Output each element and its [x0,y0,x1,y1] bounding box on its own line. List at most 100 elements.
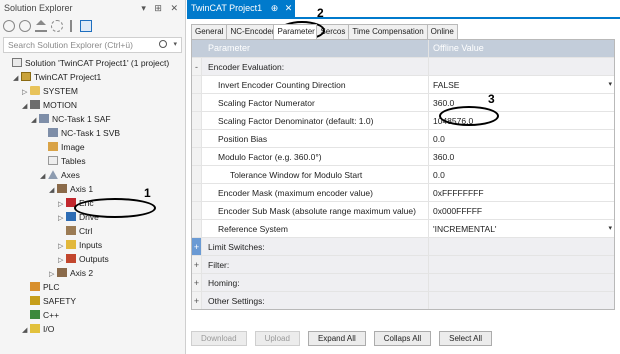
callout-oval-3 [439,106,499,126]
solution-explorer-search[interactable]: Search Solution Explorer (Ctrl+ü) ▾ [3,37,182,53]
tree-item[interactable]: ◢ Axis 1 [0,182,185,196]
back-icon[interactable] [3,20,15,32]
select-all-button[interactable]: Select All [439,331,493,346]
tree-item-label: C++ [43,310,60,320]
tree-item[interactable]: ▷ Axis 2 [0,266,185,280]
solution-icon [12,58,22,68]
controller-icon [66,226,76,236]
tree-item[interactable]: PLC [0,280,185,294]
value-dropdown-icon[interactable]: ▾ [608,220,612,238]
tab-general[interactable]: General [191,24,228,39]
grid-parameter-row[interactable]: Scaling Factor Numerator 360.0 [192,93,614,111]
axis-icon [57,268,67,278]
panel-window-controls[interactable]: ▾ ⊞ ✕ [141,0,181,17]
tables-icon [48,156,58,166]
parameter-name: Homing: [202,274,428,291]
grid-section-row[interactable]: + Filter: [192,255,614,273]
grid-parameter-row[interactable]: Encoder Mask (maximum encoder value) 0xFF… [192,183,614,201]
tree-item[interactable]: ▷ Outputs [0,252,185,266]
tree-item[interactable]: NC-Task 1 SVB [0,126,185,140]
tree-item[interactable]: ◢ Axes [0,168,185,182]
search-dropdown-icon[interactable]: ▾ [173,38,177,52]
grid-parameter-row[interactable]: Position Bias 0.0 [192,129,614,147]
grid-parameter-row[interactable]: Scaling Factor Denominator (default: 1.0… [192,111,614,129]
tree-item[interactable]: ◢ MOTION [0,98,185,112]
document-tab-title: TwinCAT Project1 [191,3,263,13]
tab-nc-encoder[interactable]: NC-Encoder [226,24,275,39]
document-tab[interactable]: TwinCAT Project1 ⊕ ✕ [187,0,295,17]
grid-parameter-row[interactable]: Invert Encoder Counting Direction FALSE ▾ [192,75,614,93]
tree-item-label: SAFETY [43,296,77,306]
grid-parameter-row[interactable]: Modulo Factor (e.g. 360.0°) 360.0 [192,147,614,165]
parameter-name: Tolerance Window for Modulo Start [230,170,363,180]
io-icon [30,324,40,334]
inputs-icon [66,240,76,250]
tree-item[interactable]: Solution 'TwinCAT Project1' (1 project) [0,56,185,70]
grid-section-row[interactable]: + Homing: [192,273,614,291]
tree-expander-icon[interactable]: ◢ [22,324,30,338]
parameter-value[interactable]: 0x000FFFFF [428,202,614,219]
grid-section-row[interactable]: + Limit Switches: [192,237,614,255]
tree-item[interactable]: SAFETY [0,294,185,308]
tree-item[interactable]: ◢ NC-Task 1 SAF [0,112,185,126]
search-icon[interactable] [159,40,167,48]
plc-icon [30,282,40,292]
tree-item-label: SYSTEM [43,86,78,96]
expand-all-button[interactable]: Expand All [307,331,366,346]
tree-item[interactable]: ◢ TwinCAT Project1 [0,70,185,84]
grid-parameter-row[interactable]: Tolerance Window for Modulo Start 0.0 [192,165,614,183]
grid-parameter-row[interactable]: Encoder Sub Mask (absolute range maximum… [192,201,614,219]
parameter-value [428,58,614,75]
download-button[interactable]: Download [191,331,247,346]
grid-section-row[interactable]: - Encoder Evaluation: [192,57,614,75]
axes-icon [48,170,58,180]
parameter-value[interactable]: 0.0 [428,130,614,147]
show-all-files-icon[interactable] [80,20,92,32]
parameter-name: Reference System [218,224,288,234]
tree-item[interactable]: Image [0,140,185,154]
row-expander[interactable]: + [192,256,202,273]
grid-parameter-row[interactable]: Reference System 'INCREMENTAL' ▾ [192,219,614,237]
tree-item[interactable]: ▷ Inputs [0,238,185,252]
tree-item-label: TwinCAT Project1 [34,72,102,82]
tab-time-compensation[interactable]: Time Compensation [348,24,428,39]
parameter-value[interactable]: 0.0 [428,166,614,183]
tab-parameter[interactable]: Parameter [273,24,318,39]
tree-item[interactable]: Tables [0,154,185,168]
tree-item-label: Inputs [79,240,103,250]
parameter-name: Scaling Factor Denominator (default: 1.0… [218,116,374,126]
row-expander[interactable]: + [192,292,202,309]
outputs-icon [66,254,76,264]
row-expander[interactable]: - [192,58,202,75]
tree-item[interactable]: ▷ SYSTEM [0,84,185,98]
forward-icon[interactable] [19,20,31,32]
parameter-value[interactable]: 360.0 [428,148,614,165]
tab-online[interactable]: Online [426,24,458,39]
parameter-name: Encoder Sub Mask (absolute range maximum… [218,206,416,216]
pin-icon[interactable]: ⊕ [271,3,279,13]
close-icon[interactable]: ✕ [285,3,293,13]
collapse-all-button[interactable]: Collaps All [373,331,432,346]
document-area: TwinCAT Project1 ⊕ ✕ General NC-Encoder Pa… [187,0,620,354]
parameter-value[interactable]: FALSE [428,76,614,93]
properties-icon[interactable] [70,20,76,32]
home-icon[interactable] [35,20,47,32]
tree-item[interactable]: ◢ I/O [0,322,185,336]
row-expander[interactable]: + [192,274,202,291]
task-icon [48,128,58,138]
parameter-value[interactable]: 0xFFFFFFFF [428,184,614,201]
row-expander[interactable]: + [192,238,202,255]
row-expander [192,112,202,129]
sync-icon[interactable] [51,20,63,32]
grid-section-row[interactable]: + Other Settings: [192,291,614,309]
tree-item[interactable]: Ctrl [0,224,185,238]
tree-item[interactable]: C++ [0,308,185,322]
row-expander [192,76,202,93]
upload-button[interactable]: Upload [254,331,300,346]
row-expander [192,202,202,219]
parameter-value [428,238,614,255]
parameter-value [428,292,614,309]
parameter-value[interactable]: 'INCREMENTAL' [428,220,614,237]
tree-item-label: NC-Task 1 SAF [52,114,111,124]
value-dropdown-icon[interactable]: ▾ [608,76,612,94]
